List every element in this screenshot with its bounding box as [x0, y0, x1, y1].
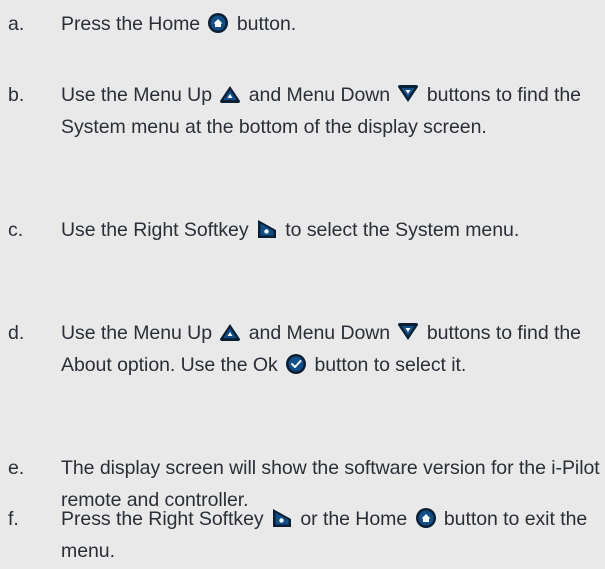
step-letter: e.	[8, 457, 25, 479]
step-text: Press the Home button.	[61, 8, 601, 40]
ok-button-icon	[285, 353, 307, 375]
step-letter: c.	[8, 219, 24, 241]
step-letter: b.	[8, 84, 25, 106]
step-text-part: to select the System menu.	[285, 219, 520, 241]
step-text-part: button.	[236, 13, 297, 35]
step-text: Use the Menu Up and Menu Down buttons to…	[61, 79, 601, 143]
step-text-part: Use the Menu Up	[61, 84, 212, 106]
step-text-part: Press the Home	[61, 13, 201, 35]
step-text: Use the Right Softkey to select the Syst…	[61, 214, 601, 246]
step-text: Press the Right Softkey or the Home butt…	[61, 503, 601, 567]
step-text-part: Press the Right Softkey	[61, 508, 264, 530]
step-text-part: or the Home	[300, 508, 408, 530]
right-softkey-icon	[256, 218, 278, 240]
step-text-part: and Menu Down	[248, 322, 391, 344]
step-letter: d.	[8, 322, 25, 344]
home-button-icon	[207, 12, 229, 34]
step-letter: f.	[8, 508, 19, 530]
menu-up-icon	[219, 83, 241, 105]
step-text-part: button to select it.	[314, 354, 467, 376]
menu-down-icon	[397, 83, 419, 105]
right-softkey-icon	[271, 507, 293, 529]
step-text-part: and Menu Down	[248, 84, 391, 106]
home-button-icon	[415, 507, 437, 529]
step-text-part: Use the Right Softkey	[61, 219, 249, 241]
menu-down-icon	[397, 321, 419, 343]
step-letter: a.	[8, 13, 25, 35]
menu-up-icon	[219, 321, 241, 343]
step-text-part: Use the Menu Up	[61, 322, 212, 344]
step-text: Use the Menu Up and Menu Down buttons to…	[61, 317, 601, 381]
